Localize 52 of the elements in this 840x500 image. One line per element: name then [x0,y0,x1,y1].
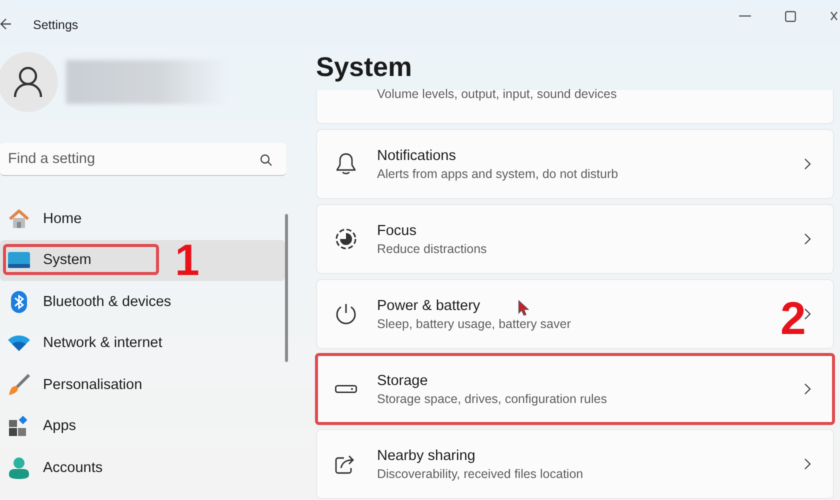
card-description: Sleep, battery usage, battery saver [377,316,571,330]
nav-item[interactable]: Accounts [0,447,285,488]
nav-item[interactable]: System 1 [0,240,285,281]
nav-item[interactable]: Home [0,198,285,240]
mouse-pointer-icon [518,300,529,316]
nav-item[interactable]: Bluetooth & devices [0,281,285,322]
focus-icon [335,228,357,250]
back-arrow-icon[interactable] [0,18,12,30]
maximize-icon[interactable] [785,10,796,22]
chevron-right-icon [804,233,811,245]
minimize-icon[interactable] [739,15,751,17]
nav-item[interactable]: Network & internet [0,322,285,364]
search-icon [260,154,272,166]
chevron-right-icon [804,458,811,470]
power-icon [335,303,357,325]
card-title: Power & battery [377,298,480,314]
monitor-icon [8,252,30,268]
house-icon [8,208,30,229]
card-title: Notifications [377,148,456,164]
settings-card[interactable]: Storage Storage space, drives, configuration rules [316,354,834,424]
bluetooth-icon [8,290,30,313]
search-field[interactable]: Find a setting [0,143,286,176]
card-title: Storage [377,372,428,388]
page-title: System [316,50,414,84]
card-title: Nearby sharing [377,448,476,464]
settings-card[interactable]: Nearby sharing Discoverability, received files location [316,429,834,499]
chevron-right-icon [804,158,811,170]
card-description: Storage space, drives, configuration rules [377,392,607,406]
step-number: 2 [780,294,806,342]
chevron-right-icon [804,308,811,320]
settings-card[interactable]: Power & battery Sleep, battery usage, battery saver 2 [316,279,834,349]
close-icon[interactable] [830,11,838,21]
settings-card[interactable]: Focus Reduce distractions [316,204,834,274]
window-title: Settings [33,18,78,32]
paintbrush-icon [8,374,30,396]
card-description: Reduce distractions [377,242,487,256]
wifi-icon [8,335,30,352]
card-description: Discoverability, received files location [377,466,584,480]
bell-icon [335,153,357,175]
card-description: Volume levels, output, input, sound devices [377,87,617,101]
card-title: Focus [377,222,416,238]
settings-card[interactable]: Notifications Alerts from apps and system, do not disturb [316,129,834,199]
apps-icon [8,416,30,436]
nav-item[interactable]: Personalisation [0,364,285,406]
card-description: Alerts from apps and system, do not disturb [377,166,618,180]
person-icon [13,66,43,98]
settings-card[interactable]: Volume levels, output, input, sound devices [316,90,834,124]
drive-icon [335,385,357,393]
step-number: 1 [175,240,200,280]
chevron-right-icon [804,383,811,395]
person-icon [8,456,30,479]
nav-item[interactable]: Apps [0,406,285,447]
